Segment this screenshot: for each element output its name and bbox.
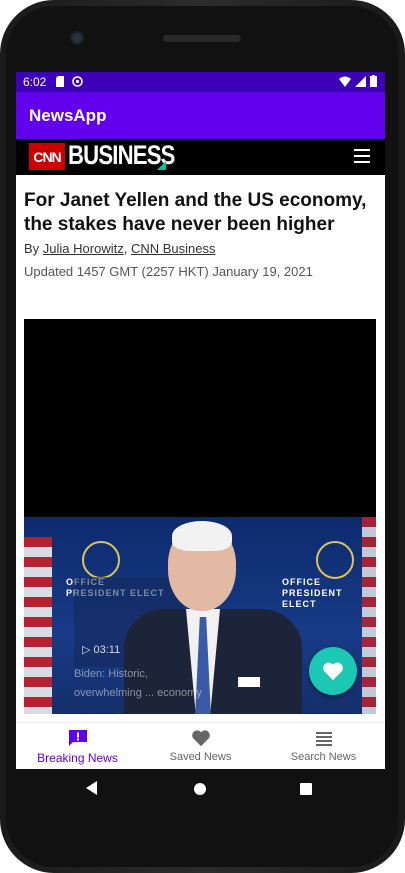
front-camera <box>72 33 82 43</box>
us-flag-left <box>24 537 52 714</box>
wifi-icon <box>339 76 351 87</box>
heart-icon <box>323 662 343 681</box>
presidential-seal-right <box>316 541 354 579</box>
nav-label: Search News <box>290 751 357 763</box>
status-bar: 6:02 <box>16 72 385 92</box>
cnn-header: CNN BUSINESS <box>16 139 385 175</box>
article-byline: By Julia Horowitz, CNN Business <box>24 241 215 256</box>
alert-chat-icon <box>69 730 87 746</box>
sd-card-icon <box>56 76 64 87</box>
inset-duration: ▷ 03:11 <box>82 644 121 656</box>
app-screen: 6:02 NewsApp CNN BUSINESS For Janet Yell… <box>16 72 385 769</box>
pocket-square <box>238 677 260 687</box>
list-icon <box>316 732 332 746</box>
bottom-navigation: Breaking News Saved News Search News <box>16 722 385 769</box>
article-webview[interactable]: For Janet Yellen and the US economy, the… <box>16 175 385 722</box>
system-recents-button[interactable] <box>300 783 312 795</box>
earpiece-speaker <box>163 35 241 42</box>
us-flag-right <box>362 517 376 714</box>
nav-breaking-news[interactable]: Breaking News <box>16 723 139 769</box>
byline-separator: , <box>123 241 131 256</box>
heart-icon <box>192 730 210 747</box>
nav-label: Saved News <box>169 751 232 763</box>
backdrop-text-right: OFFICE PRESIDENT ELECT <box>282 577 343 609</box>
article-updated: Updated 1457 GMT (2257 HKT) January 19, … <box>24 264 313 279</box>
nav-search-news[interactable]: Search News <box>262 723 385 769</box>
signal-icon <box>355 75 366 87</box>
presidential-seal-left <box>82 541 120 579</box>
save-article-fab[interactable] <box>309 647 357 695</box>
author-link[interactable]: Julia Horowitz <box>43 241 124 256</box>
app-title: NewsApp <box>29 106 107 125</box>
nav-label: Breaking News <box>37 751 118 765</box>
cnn-logo[interactable]: CNN <box>29 143 65 170</box>
status-right <box>339 75 377 87</box>
inset-caption: Biden: Historic, overwhelming ... econom… <box>74 668 202 699</box>
app-bar: NewsApp <box>16 92 385 139</box>
byline-prefix: By <box>24 241 43 256</box>
hamburger-icon[interactable] <box>354 149 370 163</box>
battery-icon <box>370 75 377 87</box>
sync-icon <box>72 76 83 87</box>
system-home-button[interactable] <box>194 783 206 795</box>
nav-saved-news[interactable]: Saved News <box>139 723 262 769</box>
status-time: 6:02 <box>23 75 47 89</box>
business-accent-triangle <box>157 161 166 170</box>
system-back-button[interactable] <box>86 781 97 795</box>
speaker-hair <box>172 521 232 551</box>
outlet-link[interactable]: CNN Business <box>131 241 216 256</box>
article-headline: For Janet Yellen and the US economy, the… <box>24 190 367 235</box>
